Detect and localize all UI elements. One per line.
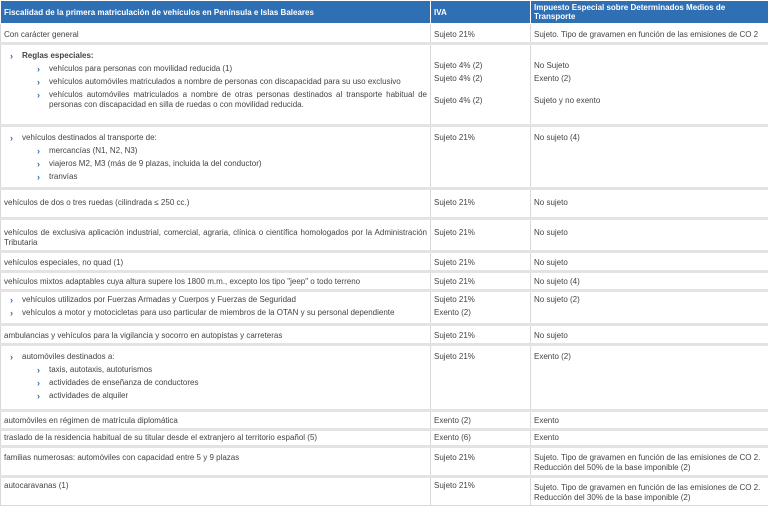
iva-value: Exento (6): [431, 430, 531, 447]
table-row: vehículos de exclusiva aplicación indust…: [1, 219, 768, 252]
iedmt-value: No sujeto: [531, 189, 768, 219]
list-heading: › automóviles destinados a:: [4, 352, 427, 362]
chevron-right-icon: ›: [37, 172, 40, 182]
iedmt-value: No sujeto (4): [531, 126, 768, 189]
row-label: vehículos especiales, no quad (1): [1, 252, 431, 272]
list-item: › viajeros M2, M3 (más de 9 plazas, incl…: [4, 159, 427, 169]
row-label: autocaravanas (1): [1, 477, 431, 506]
iedmt-value: Sujeto y no exento: [534, 96, 765, 106]
iedmt-value: No sujeto (2): [531, 291, 768, 325]
list-item: › vehículos a motor y motocicletas para …: [4, 308, 427, 318]
iedmt-value: No sujeto: [531, 325, 768, 345]
iva-value: Sujeto 21%: [431, 126, 531, 189]
table-row: autocaravanas (1) Sujeto 21% Sujeto. Tip…: [1, 477, 768, 506]
iva-value: Sujeto 21%: [431, 252, 531, 272]
chevron-right-icon: ›: [37, 77, 40, 87]
table-row: vehículos especiales, no quad (1) Sujeto…: [1, 252, 768, 272]
chevron-right-icon: ›: [37, 64, 40, 74]
iva-value: Sujeto 21%: [431, 219, 531, 252]
iva-value: Sujeto 21%: [431, 477, 531, 506]
chevron-right-icon: ›: [10, 51, 13, 61]
row-label: traslado de la residencia habitual de su…: [1, 430, 431, 447]
iedmt-value: No sujeto: [531, 219, 768, 252]
table-row: Con carácter general Sujeto 21% Sujeto. …: [1, 24, 768, 44]
chevron-right-icon: ›: [37, 365, 40, 375]
iedmt-value: No sujeto (4): [531, 272, 768, 291]
iva-value: Sujeto 21%: [431, 189, 531, 219]
row-label: vehículos de dos o tres ruedas (cilindra…: [1, 189, 431, 219]
chevron-right-icon: ›: [37, 90, 40, 100]
iedmt-value: Exento: [531, 430, 768, 447]
chevron-right-icon: ›: [10, 308, 13, 318]
table-row: › vehículos utilizados por Fuerzas Armad…: [1, 291, 768, 325]
table-row: traslado de la residencia habitual de su…: [1, 430, 768, 447]
iedmt-value: No sujeto: [531, 252, 768, 272]
row-label: Con carácter general: [1, 24, 431, 44]
table-row: › Reglas especiales: › vehículos para pe…: [1, 44, 768, 126]
table-row: › automóviles destinados a: › taxis, aut…: [1, 345, 768, 411]
list-item: › taxis, autotaxis, autoturismos: [4, 365, 427, 375]
chevron-right-icon: ›: [37, 146, 40, 156]
iva-value: Sujeto 21%: [431, 447, 531, 477]
table-row: › vehículos destinados al transporte de:…: [1, 126, 768, 189]
iva-value: Exento (2): [431, 411, 531, 430]
iva-value: Exento (2): [434, 308, 527, 318]
iedmt-value: Exento: [531, 411, 768, 430]
chevron-right-icon: ›: [10, 133, 13, 143]
iva-value: Sujeto 21%: [431, 272, 531, 291]
list-item: › vehículos utilizados por Fuerzas Armad…: [4, 295, 427, 305]
chevron-right-icon: ›: [10, 295, 13, 305]
row-label: ambulancias y vehículos para la vigilanc…: [1, 325, 431, 345]
list-heading: › Reglas especiales:: [4, 51, 427, 61]
list-item: › tranvías: [4, 172, 427, 182]
list-heading: › vehículos destinados al transporte de:: [4, 133, 427, 143]
row-label: familias numerosas: automóviles con capa…: [1, 447, 431, 477]
iedmt-value: Sujeto. Tipo de gravamen en función de l…: [534, 483, 765, 493]
iva-value: Sujeto 21%: [434, 295, 527, 305]
iedmt-value: Sujeto. Tipo de gravamen en función de l…: [534, 453, 765, 463]
chevron-right-icon: ›: [37, 391, 40, 401]
row-label: vehículos mixtos adaptables cuya altura …: [1, 272, 431, 291]
chevron-right-icon: ›: [10, 352, 13, 362]
iedmt-value: Exento (2): [534, 74, 765, 84]
iedmt-value: No Sujeto: [534, 61, 765, 71]
iedmt-note: Reducción del 30% de la base imponible (…: [534, 493, 765, 503]
table-header-row: Fiscalidad de la primera matriculación d…: [1, 1, 768, 24]
header-iedmt: Impuesto Especial sobre Determinados Med…: [531, 1, 768, 24]
header-fiscalidad: Fiscalidad de la primera matriculación d…: [1, 1, 431, 24]
table-row: familias numerosas: automóviles con capa…: [1, 447, 768, 477]
chevron-right-icon: ›: [37, 378, 40, 388]
list-item: › mercancías (N1, N2, N3): [4, 146, 427, 156]
iedmt-note: Reducción del 50% de la base imponible (…: [534, 463, 765, 473]
table-row: ambulancias y vehículos para la vigilanc…: [1, 325, 768, 345]
iedmt-value: Exento (2): [531, 345, 768, 411]
iva-value: Sujeto 4% (2): [434, 74, 527, 84]
table-row: vehículos mixtos adaptables cuya altura …: [1, 272, 768, 291]
iva-value: Sujeto 4% (2): [434, 96, 527, 106]
chevron-right-icon: ›: [37, 159, 40, 169]
iva-value: Sujeto 21%: [431, 325, 531, 345]
iva-value: Sujeto 21%: [431, 24, 531, 44]
list-item: › vehículos automóviles matriculados a n…: [4, 77, 427, 87]
row-label: vehículos de exclusiva aplicación indust…: [1, 219, 431, 252]
table-row: automóviles en régimen de matrícula dipl…: [1, 411, 768, 430]
iva-value: Sujeto 4% (2): [434, 61, 527, 71]
table-row: vehículos de dos o tres ruedas (cilindra…: [1, 189, 768, 219]
list-item: › actividades de alquiler: [4, 391, 427, 401]
iva-value: Sujeto 21%: [431, 345, 531, 411]
list-item: › actividades de enseñanza de conductore…: [4, 378, 427, 388]
list-item: › vehículos automóviles matriculados a n…: [4, 90, 427, 110]
row-label: automóviles en régimen de matrícula dipl…: [1, 411, 431, 430]
fiscalidad-table: Fiscalidad de la primera matriculación d…: [0, 0, 768, 506]
header-iva: IVA: [431, 1, 531, 24]
iedmt-value: Sujeto. Tipo de gravamen en función de l…: [531, 24, 768, 44]
list-item: › vehículos para personas con movilidad …: [4, 64, 427, 74]
